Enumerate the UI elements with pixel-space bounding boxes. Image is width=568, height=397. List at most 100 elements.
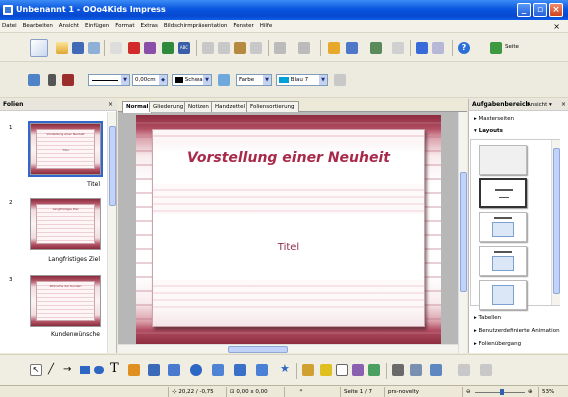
layout-content[interactable]	[479, 280, 527, 310]
scrollbar-thumb[interactable]	[109, 126, 116, 206]
extrusion-icon[interactable]	[368, 364, 380, 376]
layout-title-content[interactable]	[479, 212, 527, 242]
slide-icon[interactable]	[490, 42, 502, 54]
layouts-scrollbar[interactable]	[551, 140, 560, 305]
close-button[interactable]: ×	[549, 3, 563, 17]
zoom-value[interactable]: 53%	[538, 387, 568, 397]
menu-einfuegen[interactable]: Einfügen	[83, 20, 111, 33]
flowchart-icon[interactable]	[234, 364, 246, 376]
help-icon[interactable]: ?	[458, 42, 470, 54]
rectangle-icon[interactable]	[80, 366, 90, 374]
rotate-icon[interactable]	[392, 364, 404, 376]
alignment-icon[interactable]	[410, 364, 422, 376]
section-masterseiten[interactable]: ▸ Masterseiten	[471, 114, 557, 124]
copy-icon[interactable]	[218, 42, 230, 54]
arrow-style-icon[interactable]	[62, 74, 74, 86]
line-style-select[interactable]: ▼	[88, 74, 130, 86]
slide-subtitle[interactable]: Titel	[153, 242, 424, 253]
stars-icon[interactable]: ★	[280, 362, 290, 375]
zoom-out-icon[interactable]: ⊖	[466, 387, 471, 397]
symbol-shapes-icon[interactable]	[190, 364, 202, 376]
select-arrow-icon[interactable]: ↖	[30, 364, 42, 376]
editor-vertical-scrollbar[interactable]	[458, 112, 467, 353]
tab-handzettel[interactable]: Handzettel	[211, 101, 249, 112]
zoom-slider[interactable]: ⊖ ⊕	[462, 387, 538, 397]
callouts-icon[interactable]	[256, 364, 268, 376]
status-modified[interactable]: *	[284, 387, 314, 397]
menu-fenster[interactable]: Fenster	[231, 20, 255, 33]
undo-icon[interactable]	[274, 42, 286, 54]
menu-datei[interactable]: Datei	[0, 20, 19, 33]
basic-shapes-icon[interactable]	[168, 364, 180, 376]
email-icon[interactable]	[88, 42, 100, 54]
edit-file-icon[interactable]	[110, 42, 122, 54]
editor-horizontal-scrollbar[interactable]	[118, 344, 458, 353]
maximize-button[interactable]: ▫	[533, 3, 547, 17]
table-icon[interactable]	[346, 42, 358, 54]
paste-icon[interactable]	[234, 42, 246, 54]
shadow-toggle-icon[interactable]	[458, 364, 470, 376]
navigator-icon[interactable]	[416, 42, 428, 54]
title-bar[interactable]: Unbenannt 1 - OOo4Kids Impress _ ▫ ×	[0, 0, 568, 20]
styles-icon[interactable]	[28, 74, 40, 86]
document-close-icon[interactable]: ×	[551, 20, 562, 33]
scrollbar-thumb[interactable]	[553, 148, 560, 294]
scrollbar-thumb[interactable]	[228, 346, 288, 353]
menu-bearbeiten[interactable]: Bearbeiten	[21, 20, 55, 33]
fill-color-select[interactable]: Blau 7 ▼	[276, 74, 328, 86]
curve-icon[interactable]	[128, 364, 140, 376]
slide-thumbnail-2[interactable]: Langfristiges Ziel	[30, 198, 101, 250]
export-pdf-icon[interactable]	[128, 42, 140, 54]
tab-foliensortierung[interactable]: Foliensortierung	[246, 101, 299, 112]
line-color-select[interactable]: Schwarz ▼	[172, 74, 212, 86]
zoom-in-icon[interactable]: ⊕	[528, 387, 533, 397]
slide-thumbnail-1[interactable]: Vorstellung einer Neuheit Titel	[28, 121, 103, 177]
section-transition[interactable]: ▸ Folienübergang	[471, 339, 557, 349]
points-icon[interactable]	[302, 364, 314, 376]
menu-bildschirmpraesentation[interactable]: Bildschirmpräsentation	[162, 20, 230, 33]
section-animation[interactable]: ▸ Benutzerdefinierte Animation	[471, 326, 567, 336]
menu-extras[interactable]: Extras	[139, 20, 160, 33]
ellipse-icon[interactable]	[94, 366, 104, 374]
current-slide[interactable]: Vorstellung einer Neuheit Titel	[136, 115, 441, 344]
new-document-icon[interactable]	[30, 39, 48, 57]
menu-format[interactable]: Format	[113, 20, 136, 33]
chart-icon[interactable]	[328, 42, 340, 54]
grid-icon[interactable]	[392, 42, 404, 54]
close-panel-icon[interactable]: ×	[561, 99, 566, 111]
line-tool-icon[interactable]: ╱	[48, 364, 54, 375]
line-width-field[interactable]: 0,00cm ◆	[132, 74, 168, 86]
layout-title-slide[interactable]	[479, 178, 527, 208]
fill-type-select[interactable]: Farbe ▼	[236, 74, 272, 86]
zoom-icon[interactable]	[432, 42, 444, 54]
text-tool-icon[interactable]: T	[110, 361, 119, 376]
block-arrows-icon[interactable]	[212, 364, 224, 376]
connector-icon[interactable]	[148, 364, 160, 376]
text-box-icon[interactable]	[336, 364, 348, 376]
slide-thumbnail-3[interactable]: Wünsche der Kunden	[30, 275, 101, 327]
scrollbar-thumb[interactable]	[460, 172, 467, 292]
menu-ansicht[interactable]: Ansicht	[57, 20, 81, 33]
menu-hilfe[interactable]: Hilfe	[258, 20, 275, 33]
redo-icon[interactable]	[298, 42, 310, 54]
layout-title-two-content[interactable]	[479, 246, 527, 276]
tab-notizen[interactable]: Notizen	[184, 101, 213, 112]
line-icon[interactable]	[48, 74, 56, 86]
autospellcheck-icon[interactable]: ABC	[178, 42, 190, 54]
effects-icon[interactable]	[480, 364, 492, 376]
section-tabellen[interactable]: ▸ Tabellen	[471, 313, 557, 323]
format-paintbrush-icon[interactable]	[250, 42, 262, 54]
arrange-icon[interactable]	[430, 364, 442, 376]
slide-title[interactable]: Vorstellung einer Neuheit	[153, 150, 424, 166]
print-icon[interactable]	[144, 42, 156, 54]
save-icon[interactable]	[72, 42, 84, 54]
slide-button-label[interactable]: Seite	[505, 44, 519, 50]
close-panel-icon[interactable]: ×	[108, 99, 113, 111]
minimize-button[interactable]: _	[517, 3, 531, 17]
view-menu[interactable]: Ansicht ▾	[527, 99, 552, 111]
shadow-icon[interactable]	[334, 74, 346, 86]
cut-icon[interactable]	[202, 42, 214, 54]
open-folder-icon[interactable]	[56, 42, 68, 54]
spellcheck-icon[interactable]	[162, 42, 174, 54]
zoom-knob[interactable]	[499, 389, 504, 395]
